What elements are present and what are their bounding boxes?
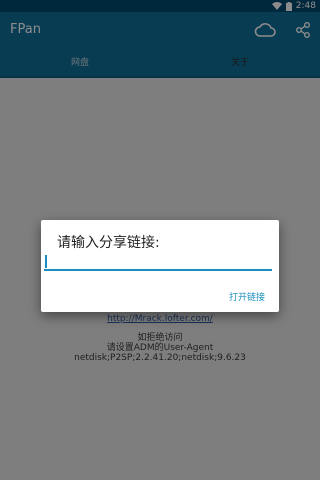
dialog-title: 请输入分享链接:: [57, 235, 160, 251]
share-link-input[interactable]: [44, 251, 272, 271]
share-link-dialog: 请输入分享链接: 打开链接: [41, 220, 279, 312]
open-link-button[interactable]: 打开链接: [229, 290, 265, 303]
text-cursor: [45, 255, 47, 268]
